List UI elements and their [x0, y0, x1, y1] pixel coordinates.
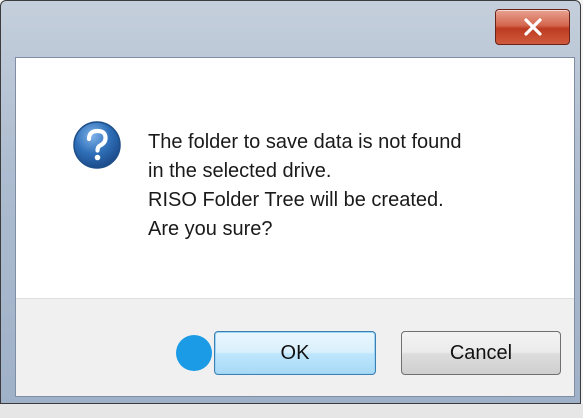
cancel-button[interactable]: Cancel [401, 331, 561, 375]
message-text: The folder to save data is not found in … [148, 128, 548, 244]
dialog-body: The folder to save data is not found in … [15, 57, 575, 397]
message-dialog: The folder to save data is not found in … [0, 0, 581, 404]
ok-button[interactable]: OK [214, 331, 376, 375]
message-line: in the selected drive. [148, 160, 332, 182]
message-line: The folder to save data is not found [148, 131, 462, 153]
title-bar [1, 1, 580, 57]
close-button[interactable] [495, 9, 570, 45]
message-area: The folder to save data is not found in … [16, 58, 574, 298]
window-below-strip [0, 404, 583, 418]
button-bar: OK Cancel [16, 298, 574, 396]
close-icon [523, 18, 543, 36]
click-marker [176, 335, 212, 371]
message-line: Are you sure? [148, 218, 273, 240]
question-icon [72, 120, 122, 170]
message-line: RISO Folder Tree will be created. [148, 189, 444, 211]
